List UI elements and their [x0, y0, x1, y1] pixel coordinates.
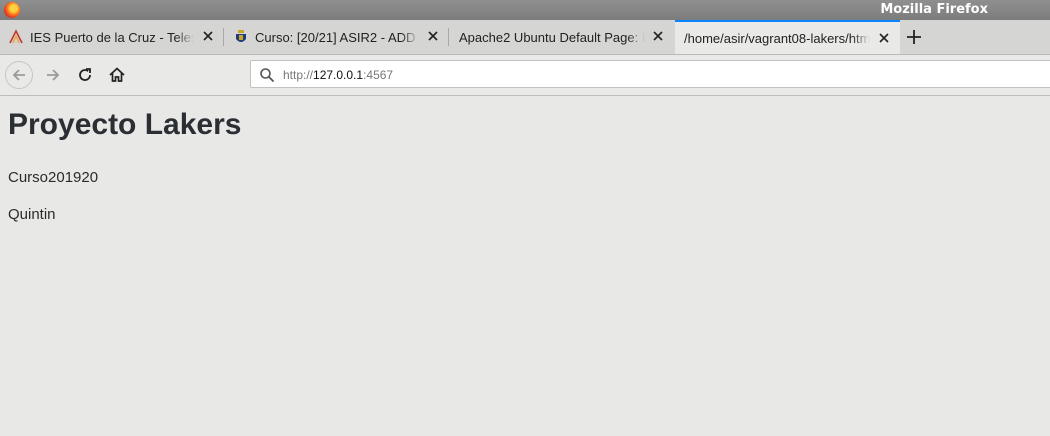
firefox-logo-icon	[4, 2, 20, 18]
close-tab-icon[interactable]	[877, 31, 891, 45]
url-port: :4567	[363, 68, 394, 82]
tab-label: Apache2 Ubuntu Default Page: It works	[459, 29, 645, 45]
url-text: http://127.0.0.1:4567	[283, 68, 393, 82]
author-text: Quintin	[8, 206, 56, 223]
reload-button[interactable]	[72, 62, 98, 88]
crest-favicon-icon	[236, 30, 246, 42]
window-title: Mozilla Firefox	[880, 2, 988, 17]
reload-icon	[79, 68, 91, 81]
arrow-right-icon	[47, 69, 60, 81]
tab-strip: IES Puerto de la Cruz - Telesforo Bravo …	[0, 20, 1050, 55]
tab-vagrant-lakers[interactable]: /home/asir/vagrant08-lakers/html	[675, 20, 900, 54]
navigation-toolbar: http://127.0.0.1:4567	[0, 55, 1050, 96]
tab-apache-default[interactable]: Apache2 Ubuntu Default Page: It works	[450, 20, 674, 54]
new-tab-plus-icon[interactable]	[905, 28, 923, 46]
tab-label: Curso: [20/21] ASIR2 - ADD	[255, 29, 419, 45]
forward-button[interactable]	[40, 62, 66, 88]
url-host: 127.0.0.1	[313, 68, 364, 82]
building-favicon-icon	[9, 29, 23, 44]
arrow-left-icon	[12, 69, 25, 81]
tab-ies-puerto[interactable]: IES Puerto de la Cruz - Telesforo Bravo	[0, 20, 224, 54]
url-scheme: http://	[283, 68, 314, 82]
course-text: Curso201920	[8, 169, 99, 186]
page-content: Proyecto Lakers Curso201920 Quintin	[8, 96, 1050, 436]
tab-label: /home/asir/vagrant08-lakers/html	[684, 30, 870, 46]
tab-label: IES Puerto de la Cruz - Telesforo Bravo	[30, 29, 194, 45]
window-titlebar: Mozilla Firefox	[0, 0, 1050, 20]
tab-curso-asir2[interactable]: Curso: [20/21] ASIR2 - ADD	[225, 20, 449, 54]
url-bar[interactable]: http://127.0.0.1:4567	[250, 60, 1050, 88]
back-button[interactable]	[5, 61, 33, 89]
home-icon	[109, 67, 125, 82]
close-tab-icon[interactable]	[651, 29, 665, 43]
home-button[interactable]	[104, 62, 130, 88]
search-icon	[260, 68, 275, 83]
close-tab-icon[interactable]	[201, 29, 215, 43]
close-tab-icon[interactable]	[426, 29, 440, 43]
page-heading: Proyecto Lakers	[8, 108, 242, 141]
